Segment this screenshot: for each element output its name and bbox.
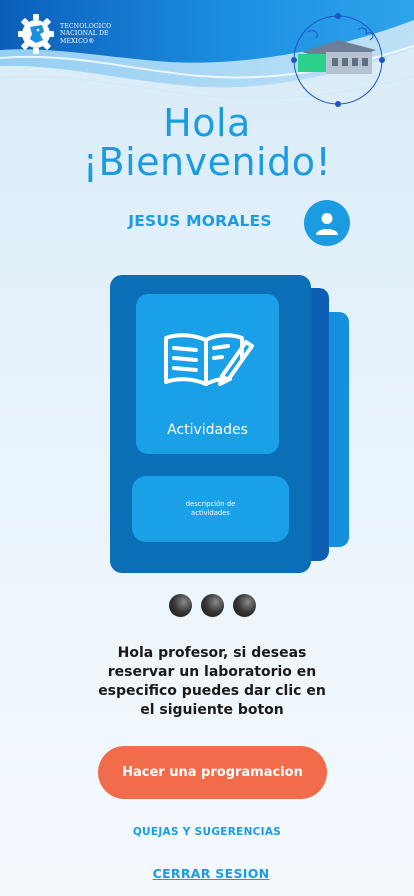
carousel-pagination — [169, 594, 256, 617]
user-avatar-icon — [316, 213, 338, 235]
user-name: JESUS MORALES — [128, 212, 272, 230]
tecnm-logo: TECNOLOGICO NACIONAL DE MEXICO® — [18, 10, 140, 58]
feedback-link[interactable]: QUEJAS Y SUGERENCIAS — [112, 826, 302, 838]
logo-text: TECNOLOGICO NACIONAL DE MEXICO® — [60, 22, 112, 45]
user-avatar-button[interactable] — [304, 200, 350, 246]
laboratory-building-illustration — [291, 13, 385, 107]
activities-card-header[interactable]: Actividades — [136, 294, 279, 454]
carousel-dot[interactable] — [169, 594, 192, 617]
logout-link[interactable]: CERRAR SESION — [140, 866, 282, 881]
activities-card-label: Actividades — [167, 422, 248, 438]
carousel-dot[interactable] — [233, 594, 256, 617]
carousel-dot[interactable] — [201, 594, 224, 617]
tecnm-gear-logo-icon — [18, 14, 54, 54]
activities-card[interactable]: Actividades descripción de actividades — [110, 275, 311, 573]
greeting-welcome: ¡Bienvenido! — [82, 140, 332, 184]
instruction-message: Hola profesor, si deseas reservar un lab… — [98, 645, 326, 718]
greeting-hello: Hola — [163, 101, 251, 145]
open-book-pencil-icon — [164, 333, 254, 386]
activities-card-description: descripción de actividades — [132, 476, 289, 542]
schedule-button[interactable]: Hacer una programacion — [98, 746, 327, 799]
activities-description-text: descripción de actividades — [185, 500, 236, 517]
